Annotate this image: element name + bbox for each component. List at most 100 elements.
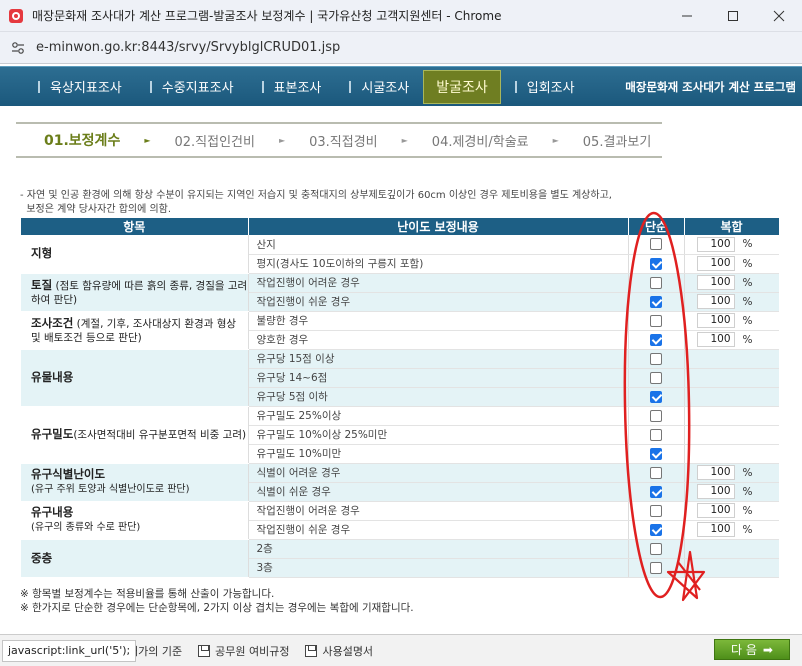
category-title: 토질: [31, 277, 53, 292]
save-icon: [198, 644, 211, 657]
single-checkbox[interactable]: [650, 238, 662, 251]
table-row: 유물내용 유구당 15점 이상: [21, 349, 779, 407]
option-label: 작업진행이 쉬운 경우: [248, 520, 629, 540]
nav-item-1[interactable]: 수중지표조사: [136, 67, 248, 106]
category-cell: 중층: [21, 539, 249, 578]
category-title: 조사조건: [31, 315, 74, 330]
single-checkbox[interactable]: [650, 466, 662, 479]
complex-cell: 100%: [684, 482, 779, 502]
step-1[interactable]: 01.보정계수: [44, 130, 120, 150]
option-label: 2층: [248, 539, 629, 559]
percent-input[interactable]: 100: [696, 332, 735, 347]
single-cell: [628, 501, 685, 521]
percent-input[interactable]: 100: [696, 503, 735, 518]
step-5[interactable]: 05.결과보기: [583, 131, 652, 150]
complex-cell: [684, 387, 779, 407]
single-checkbox[interactable]: [650, 523, 662, 536]
option-label: 식별이 어려운 경우: [248, 463, 629, 483]
single-checkbox[interactable]: [650, 504, 662, 517]
single-cell: [628, 444, 685, 464]
option-label: 유구당 15점 이상: [248, 349, 629, 369]
nav-item-5[interactable]: 입회조사: [501, 67, 589, 106]
complex-cell: 100%: [684, 273, 779, 293]
header-single: 단순: [628, 218, 685, 235]
single-cell: [628, 292, 685, 312]
single-checkbox[interactable]: [650, 390, 662, 403]
save-icon: [305, 644, 318, 657]
single-checkbox[interactable]: [650, 447, 662, 460]
header-item: 항목: [21, 218, 249, 235]
percent-input[interactable]: 100: [696, 484, 735, 499]
option-label: 유구당 5점 이하: [248, 387, 629, 407]
option-label: 식별이 쉬운 경우: [248, 482, 629, 502]
nav-divider: [149, 80, 152, 93]
option-label: 산지: [248, 235, 629, 255]
site-info-icon[interactable]: [10, 40, 26, 56]
nav-item-2[interactable]: 표본조사: [248, 67, 336, 106]
nav-item-4[interactable]: 발굴조사: [423, 69, 501, 104]
single-cell: [628, 349, 685, 369]
single-checkbox[interactable]: [650, 409, 662, 422]
minimize-icon: [682, 15, 692, 16]
step-4[interactable]: 04.제경비/학술료: [432, 131, 529, 150]
manual-label: 사용설명서: [322, 644, 374, 658]
single-cell: [628, 387, 685, 407]
option-label: 유구밀도 10%이상 25%미만: [248, 425, 629, 445]
step-3[interactable]: 03.직접경비: [309, 131, 378, 150]
footnote-1: ※ 항목별 보정계수는 적용비율를 통해 산출이 가능합니다.: [20, 588, 275, 600]
percent-input[interactable]: 100: [696, 522, 735, 537]
next-button[interactable]: 다 음 ➡: [714, 639, 790, 660]
nav-item-0[interactable]: 육상지표조사: [24, 67, 136, 106]
single-checkbox[interactable]: [650, 314, 662, 327]
maximize-button[interactable]: [710, 0, 756, 32]
percent-input[interactable]: 100: [696, 313, 735, 328]
single-checkbox[interactable]: [650, 542, 662, 555]
step-arrow-icon: ►: [278, 135, 286, 145]
single-checkbox[interactable]: [650, 485, 662, 498]
percent-input[interactable]: 100: [696, 236, 735, 252]
notice-text: - 자연 및 인공 환경에 의해 항상 수분이 유지되는 지역인 저습지 및 충…: [20, 189, 780, 217]
percent-input[interactable]: 100: [696, 294, 735, 309]
complex-cell: 100%: [684, 330, 779, 350]
single-checkbox[interactable]: [650, 352, 662, 365]
minimize-button[interactable]: [664, 0, 710, 32]
option-label: 작업진행이 어려운 경우: [248, 501, 629, 521]
nav-divider: [38, 80, 40, 93]
option-label: 양호한 경우: [248, 330, 629, 350]
single-checkbox[interactable]: [650, 257, 662, 270]
option-label: 3층: [248, 558, 629, 578]
table-row: 중층 2층: [21, 539, 779, 578]
single-checkbox[interactable]: [650, 276, 662, 289]
close-button[interactable]: [756, 0, 802, 32]
nav-item-label: 시굴조사: [361, 81, 410, 96]
percent-input[interactable]: 100: [696, 275, 735, 290]
single-checkbox[interactable]: [650, 561, 662, 574]
url-text[interactable]: e-minwon.go.kr:8443/srvy/SrvyblglCRUD01.…: [36, 40, 340, 55]
arrow-right-icon: ➡: [762, 642, 773, 657]
complex-cell: [684, 558, 779, 578]
category-desc: (유구 주위 토양과 식별난이도로 판단): [31, 484, 190, 495]
travel-rule-link[interactable]: 공무원 여비규정: [198, 643, 289, 659]
main-nav: 육상지표조사 수중지표조사 표본조사 시굴조사 발굴조사 입회조사 매장문화재 조사대가 …: [0, 66, 802, 106]
nav-menu: 육상지표조사 수중지표조사 표본조사 시굴조사 발굴조사 입회조사: [0, 67, 589, 106]
nav-item-3[interactable]: 시굴조사: [335, 67, 423, 106]
single-checkbox[interactable]: [650, 333, 662, 346]
category-title: 유구내용: [31, 505, 74, 519]
single-checkbox[interactable]: [650, 295, 662, 308]
percent-input[interactable]: 100: [696, 256, 735, 271]
single-checkbox[interactable]: [650, 371, 662, 384]
complex-cell: 100%: [684, 254, 779, 274]
table-row: 조사조건 (계절, 기후, 조사대상지 환경과 형상 및 배토조건 등으로 판단…: [21, 311, 779, 350]
correction-table: 항목 난이도 보정내용 단순 복합 지형 산지 100% 평지(경사도 10도이하의 …: [21, 218, 780, 578]
step-2[interactable]: 02.직접인건비: [174, 131, 254, 150]
table-row: 지형 산지 100%: [21, 235, 779, 274]
single-cell: [628, 368, 685, 388]
category-desc: (유구의 종류와 수로 판단): [31, 522, 141, 533]
table-row: 유구밀도(조사면적대비 유구분포면적 비중 고려) 유구밀도 25%이상: [21, 406, 779, 464]
single-checkbox[interactable]: [650, 428, 662, 441]
complex-cell: [684, 539, 779, 559]
address-bar[interactable]: e-minwon.go.kr:8443/srvy/SrvyblglCRUD01.…: [0, 32, 802, 64]
manual-link[interactable]: 사용설명서: [305, 643, 373, 659]
percent-input[interactable]: 100: [696, 465, 735, 480]
option-label: 유구밀도 25%이상: [248, 406, 629, 426]
